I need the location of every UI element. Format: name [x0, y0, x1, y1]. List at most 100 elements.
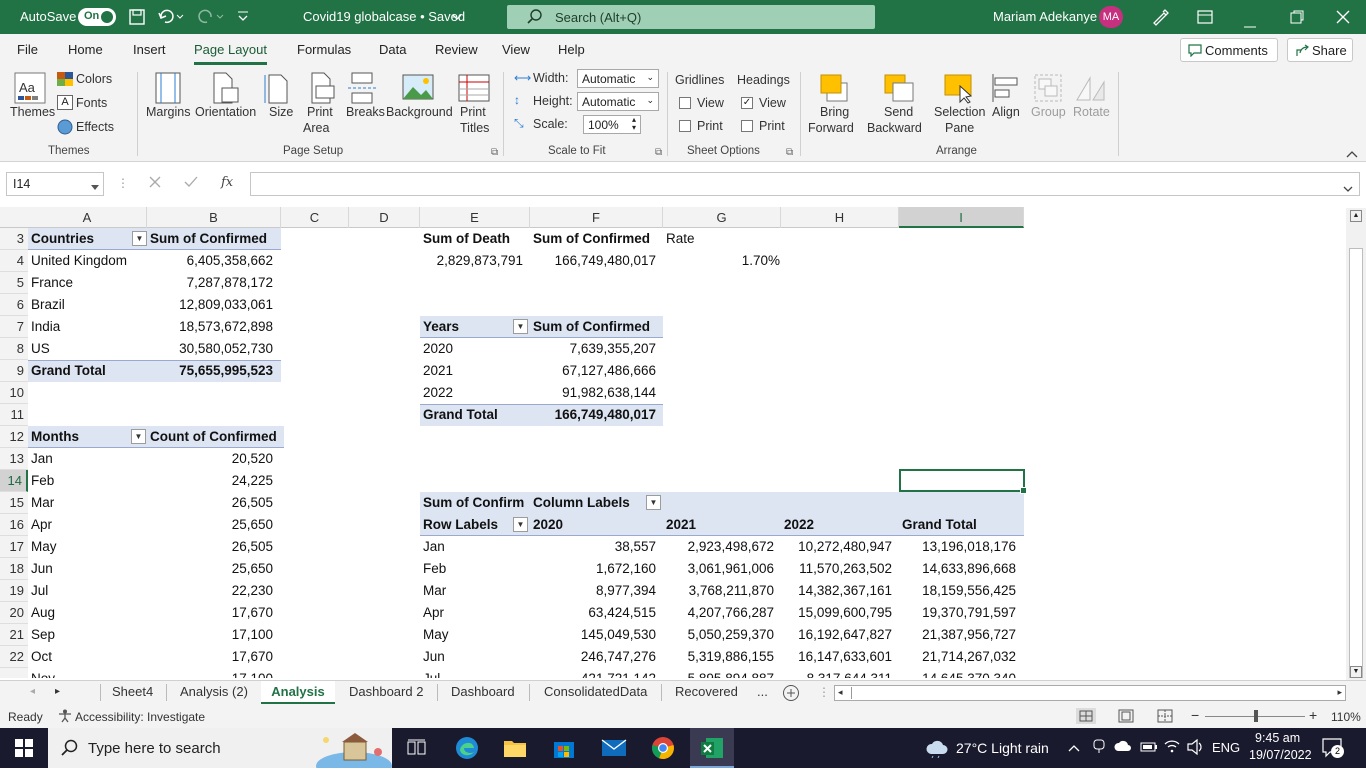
zoom-in-button[interactable]: + [1309, 707, 1317, 723]
meet-now-icon[interactable] [1092, 739, 1106, 758]
row-header-3[interactable]: 3 [0, 228, 28, 250]
mail-icon[interactable] [601, 738, 627, 761]
column-header-c[interactable]: C [281, 207, 349, 228]
row-header-4[interactable]: 4 [0, 250, 28, 272]
normal-view-icon[interactable] [1076, 708, 1096, 724]
filter-dropdown-icon[interactable]: ▼ [513, 517, 528, 532]
user-name[interactable]: Mariam Adekanye [993, 9, 1097, 24]
more-sheets-button[interactable]: ... [757, 681, 768, 704]
row-header-14[interactable]: 14 [0, 470, 28, 492]
row-header-8[interactable]: 8 [0, 338, 28, 360]
autosave-toggle[interactable]: On [78, 8, 116, 26]
active-cell-i14[interactable] [899, 469, 1027, 494]
tab-data[interactable]: Data [379, 42, 406, 57]
gridlines-view-checkbox[interactable] [679, 97, 691, 109]
avatar[interactable]: MA [1099, 6, 1123, 28]
show-hidden-icons-icon[interactable] [1068, 741, 1080, 756]
row-header-11[interactable]: 11 [0, 404, 28, 426]
column-header-g[interactable]: G [663, 207, 781, 228]
tab-help[interactable]: Help [558, 42, 585, 57]
column-header-d[interactable]: D [349, 207, 420, 228]
collapse-ribbon-icon[interactable] [1346, 146, 1358, 161]
row-header-21[interactable]: 21 [0, 624, 28, 646]
close-icon[interactable] [1336, 10, 1350, 27]
sheet-tab-analysis[interactable]: Analysis [261, 681, 335, 704]
row-header-7[interactable]: 7 [0, 316, 28, 338]
language-indicator[interactable]: ENG [1212, 740, 1240, 755]
document-title[interactable]: Covid19 globalcase • Saved [303, 9, 465, 24]
row-header-13[interactable]: 13 [0, 448, 28, 470]
sheet-options-launcher-icon[interactable]: ⧉ [786, 147, 793, 158]
notification-icon[interactable]: 2 [1322, 738, 1344, 761]
row-header-6[interactable]: 6 [0, 294, 28, 316]
page-setup-launcher-icon[interactable]: ⧉ [491, 147, 498, 158]
comments-button[interactable]: Comments [1180, 38, 1278, 62]
row-header-18[interactable]: 18 [0, 558, 28, 580]
weather-text[interactable]: 27°C Light rain [956, 740, 1049, 756]
tab-insert[interactable]: Insert [133, 42, 166, 57]
page-break-view-icon[interactable] [1157, 709, 1173, 726]
tab-review[interactable]: Review [435, 42, 478, 57]
sheet-tab-sheet4[interactable]: Sheet4 [112, 681, 153, 704]
battery-icon[interactable] [1140, 741, 1158, 756]
row-header-19[interactable]: 19 [0, 580, 28, 602]
column-header-h[interactable]: H [781, 207, 899, 228]
cancel-icon[interactable] [148, 175, 162, 192]
taskbar-search[interactable]: Type here to search [48, 728, 392, 771]
scroll-right-icon[interactable]: ▸ [1337, 687, 1342, 698]
column-header-f[interactable]: F [530, 207, 663, 228]
tab-formulas[interactable]: Formulas [297, 42, 351, 57]
tab-page-layout[interactable]: Page Layout [194, 42, 268, 65]
scale-launcher-icon[interactable]: ⧉ [655, 147, 662, 158]
column-header-e[interactable]: E [420, 207, 530, 228]
name-box[interactable]: I14 [6, 172, 104, 196]
scroll-thumb[interactable] [1349, 248, 1363, 678]
scroll-up-icon[interactable]: ▲ [1350, 210, 1362, 222]
undo-icon[interactable] [157, 8, 185, 29]
tab-view[interactable]: View [502, 42, 530, 57]
save-icon[interactable] [128, 8, 146, 29]
onedrive-icon[interactable] [1114, 740, 1132, 755]
sheet-tab-dashboard-2[interactable]: Dashboard 2 [349, 681, 423, 704]
sheet-tab-analysis-2[interactable]: Analysis (2) [180, 681, 248, 704]
filter-dropdown-icon[interactable]: ▼ [131, 429, 146, 444]
scroll-left-icon[interactable]: ◂ [838, 687, 843, 698]
height-select[interactable]: Automatic ⌄ [577, 92, 659, 111]
formula-input[interactable] [250, 172, 1360, 196]
excel-taskbar-button[interactable] [690, 728, 734, 768]
microsoft-store-icon[interactable] [553, 737, 575, 762]
pen-icon[interactable] [1151, 8, 1169, 29]
sheet-grid[interactable]: Countries ▼ Sum of Confirmed United King… [28, 228, 1024, 678]
file-explorer-icon[interactable] [503, 737, 527, 762]
clock-time[interactable]: 9:45 am [1255, 731, 1300, 745]
scroll-down-icon[interactable]: ▼ [1350, 666, 1362, 678]
redo-icon[interactable] [197, 8, 225, 29]
row-header-16[interactable]: 16 [0, 514, 28, 536]
vertical-scrollbar[interactable]: ▲ ▼ [1346, 208, 1366, 680]
sheet-tab-recovered[interactable]: Recovered [675, 681, 738, 704]
spinner-down-icon[interactable]: ▾ [632, 123, 636, 132]
split-handle-icon[interactable]: ⋮ [818, 685, 830, 699]
volume-icon[interactable] [1187, 738, 1205, 758]
headings-view-checkbox[interactable]: ✓ [741, 97, 753, 109]
gridlines-print-checkbox[interactable] [679, 120, 691, 132]
column-header-b[interactable]: B [147, 207, 281, 228]
row-header-9[interactable]: 9 [0, 360, 28, 382]
row-header-12[interactable]: 12 [0, 426, 28, 448]
tab-home[interactable]: Home [68, 42, 103, 57]
hscroll-thumb[interactable] [851, 687, 1331, 699]
sheet-tab-dashboard[interactable]: Dashboard [451, 681, 515, 704]
minimize-icon[interactable] [1244, 16, 1256, 31]
wifi-icon[interactable] [1164, 739, 1180, 756]
enter-check-icon[interactable] [184, 175, 198, 192]
accessibility-status[interactable]: Accessibility: Investigate [75, 710, 205, 724]
ribbon-display-icon[interactable] [1197, 10, 1213, 27]
tab-scroll-left-icon[interactable]: ◂ [30, 686, 35, 697]
edge-icon[interactable] [455, 736, 479, 763]
page-layout-view-icon[interactable] [1118, 709, 1134, 726]
search-box[interactable]: Search (Alt+Q) [507, 5, 875, 29]
restore-icon[interactable] [1290, 10, 1304, 27]
horizontal-scrollbar[interactable]: ◂ ▸ [834, 685, 1346, 701]
sheet-tab-consolidateddata[interactable]: ConsolidatedData [544, 681, 647, 704]
task-view-icon[interactable] [407, 739, 427, 760]
